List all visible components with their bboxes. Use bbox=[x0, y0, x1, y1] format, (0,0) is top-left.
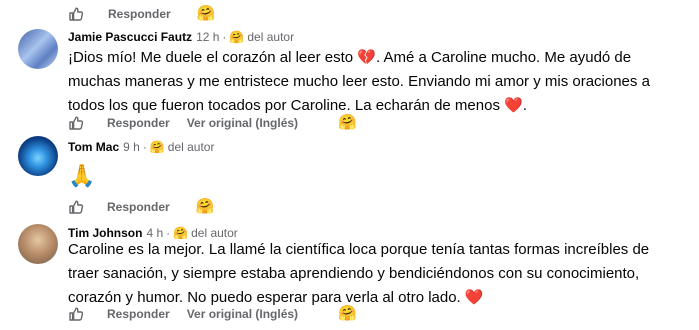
author-name[interactable]: Tom Mac bbox=[68, 140, 119, 154]
comment-text: 🙏 bbox=[68, 163, 96, 188]
reaction-emoji[interactable]: 🤗 bbox=[338, 306, 357, 322]
comment-actions: Responder 🤗 bbox=[68, 197, 214, 217]
reply-button[interactable]: Responder bbox=[108, 7, 171, 21]
like-icon[interactable] bbox=[68, 6, 84, 22]
comment-text: Caroline es la mejor. La llamé la cientí… bbox=[68, 241, 650, 306]
reply-button[interactable]: Responder bbox=[107, 200, 170, 214]
top-action-row: Responder 🤗 bbox=[68, 4, 215, 24]
comment-text: ¡Dios mío! Me duele el corazón al leer e… bbox=[68, 49, 650, 114]
avatar[interactable] bbox=[18, 136, 58, 176]
see-original-button[interactable]: Ver original (Inglés) bbox=[187, 307, 298, 321]
avatar[interactable] bbox=[18, 224, 58, 264]
author-badge-icon: 🤗 bbox=[149, 140, 165, 154]
like-icon[interactable] bbox=[68, 199, 84, 215]
timestamp[interactable]: 12 h bbox=[196, 30, 219, 44]
like-icon[interactable] bbox=[68, 115, 84, 131]
timestamp[interactable]: 9 h bbox=[123, 140, 140, 154]
reply-button[interactable]: Responder bbox=[107, 116, 170, 130]
comment-actions: Responder Ver original (Inglés) 🤗 bbox=[68, 304, 357, 324]
reply-button[interactable]: Responder bbox=[107, 307, 170, 321]
author-badge: del autor bbox=[247, 30, 295, 44]
reaction-emoji[interactable]: 🤗 bbox=[197, 6, 216, 22]
comment-meta: Jamie Pascucci Fautz 12 h · 🤗 del autor bbox=[68, 30, 294, 44]
comment-meta: Tom Mac 9 h · 🤗 del autor bbox=[68, 140, 214, 154]
separator-dot: · bbox=[222, 30, 227, 44]
author-name[interactable]: Jamie Pascucci Fautz bbox=[68, 30, 192, 44]
avatar[interactable] bbox=[18, 29, 58, 69]
reaction-emoji[interactable]: 🤗 bbox=[338, 115, 357, 131]
comment-actions: Responder Ver original (Inglés) 🤗 bbox=[68, 113, 357, 133]
see-original-button[interactable]: Ver original (Inglés) bbox=[187, 116, 298, 130]
separator-dot: · bbox=[142, 140, 147, 154]
reaction-emoji[interactable]: 🤗 bbox=[196, 199, 215, 215]
author-badge-icon: 🤗 bbox=[229, 30, 245, 44]
like-icon[interactable] bbox=[68, 306, 84, 322]
author-badge: del autor bbox=[167, 140, 215, 154]
